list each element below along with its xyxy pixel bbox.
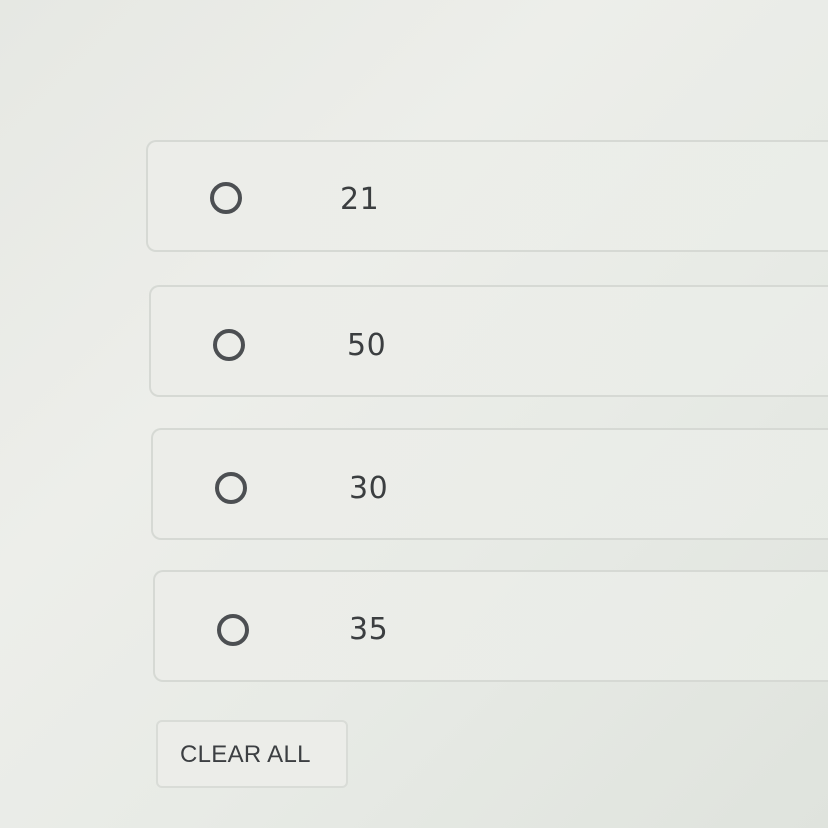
clear-all-button[interactable]: CLEAR ALL <box>156 720 348 788</box>
option-label: 30 <box>349 471 389 506</box>
answer-option-1[interactable]: 21 <box>146 140 828 252</box>
answer-option-4[interactable]: 35 <box>153 570 828 682</box>
radio-button[interactable] <box>213 329 245 361</box>
answer-option-3[interactable]: 30 <box>151 428 828 540</box>
option-label: 50 <box>347 328 387 363</box>
radio-button[interactable] <box>217 614 249 646</box>
clear-all-label: CLEAR ALL <box>180 741 311 768</box>
option-label: 35 <box>349 612 389 647</box>
radio-button[interactable] <box>215 472 247 504</box>
option-label: 21 <box>340 182 380 217</box>
question-answers: 21 50 30 35 CLEAR ALL <box>0 0 828 828</box>
radio-button[interactable] <box>210 182 242 214</box>
answer-option-2[interactable]: 50 <box>149 285 828 397</box>
